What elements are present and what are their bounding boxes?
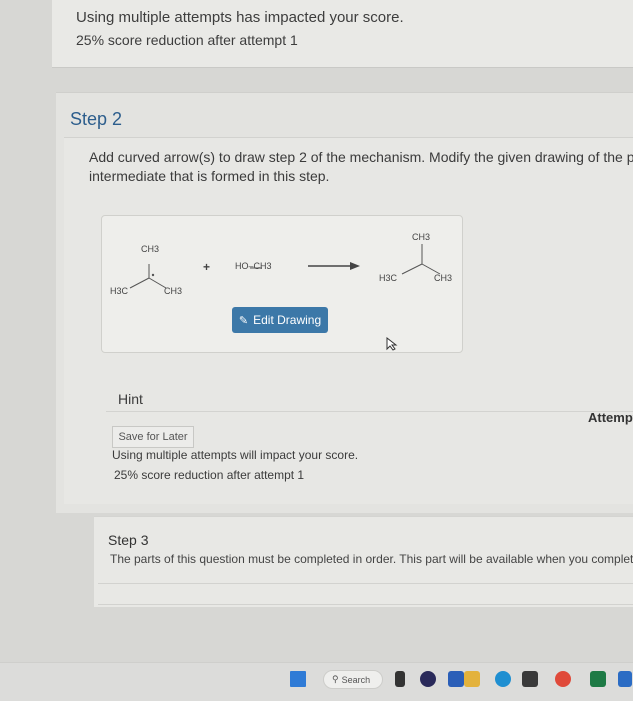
- search-icon: ⚲: [332, 674, 339, 684]
- divider: [106, 411, 633, 412]
- task-view-icon[interactable]: [395, 671, 405, 687]
- excel-icon[interactable]: [590, 671, 606, 687]
- app-icon[interactable]: [448, 671, 464, 687]
- hint-link[interactable]: Hint: [118, 391, 143, 407]
- plus-sign: +: [203, 260, 211, 274]
- score-reduction-text: 25% score reduction after attempt 1: [76, 32, 298, 48]
- app-icon[interactable]: [618, 671, 632, 687]
- instruction-line-1: Add curved arrow(s) to draw step 2 of th…: [89, 149, 633, 165]
- attempt-label: Attempt: [588, 410, 633, 425]
- chat-icon[interactable]: [420, 671, 436, 687]
- windows-taskbar: [0, 662, 633, 701]
- chrome-icon[interactable]: [555, 671, 571, 687]
- taskbar-search[interactable]: ⚲ Search: [323, 670, 383, 689]
- edge-browser-icon[interactable]: [495, 671, 511, 687]
- step2-title: Step 2: [70, 109, 123, 129]
- mouse-cursor-icon: [386, 337, 398, 351]
- pencil-icon: ✎: [238, 314, 249, 327]
- step3-locked-text: The parts of this question must be compl…: [110, 552, 633, 566]
- edit-drawing-label: Edit Drawing: [253, 313, 322, 327]
- attempts-warning-text: Using multiple attempts will impact your…: [112, 448, 359, 462]
- arrow-head: [350, 262, 360, 270]
- save-for-later-button[interactable]: Save for Later: [112, 426, 194, 448]
- carbocation-dot: [151, 273, 155, 277]
- bond-line: [129, 277, 150, 289]
- left-h3c: H3C: [110, 286, 129, 296]
- windows-start-icon[interactable]: [290, 671, 306, 687]
- divider: [98, 583, 633, 584]
- bond-line: [401, 263, 423, 275]
- right-ch3-top: CH3: [412, 232, 431, 242]
- divider: [98, 604, 633, 605]
- left-ch3-top: CH3: [141, 244, 160, 254]
- taskbar-search-label: Search: [341, 674, 371, 685]
- file-explorer-icon[interactable]: [464, 671, 480, 687]
- right-h3c: H3C: [379, 273, 398, 283]
- instruction-line-2: intermediate that is formed in this step…: [89, 168, 330, 184]
- score-reduction-warning-text: 25% score reduction after attempt 1: [114, 468, 305, 482]
- edit-drawing-button[interactable]: ✎ Edit Drawing: [232, 307, 328, 333]
- step3-title: Step 3: [108, 532, 149, 548]
- score-impact-text: Using multiple attempts has impacted you…: [76, 9, 404, 26]
- step2-instructions: Add curved arrow(s) to draw step 2 of th…: [89, 148, 633, 186]
- right-ch3-right: CH3: [434, 273, 453, 283]
- left-ch3-right: CH3: [164, 286, 183, 296]
- store-icon[interactable]: [522, 671, 538, 687]
- methanol-reagent: HO–CH3: [235, 261, 272, 271]
